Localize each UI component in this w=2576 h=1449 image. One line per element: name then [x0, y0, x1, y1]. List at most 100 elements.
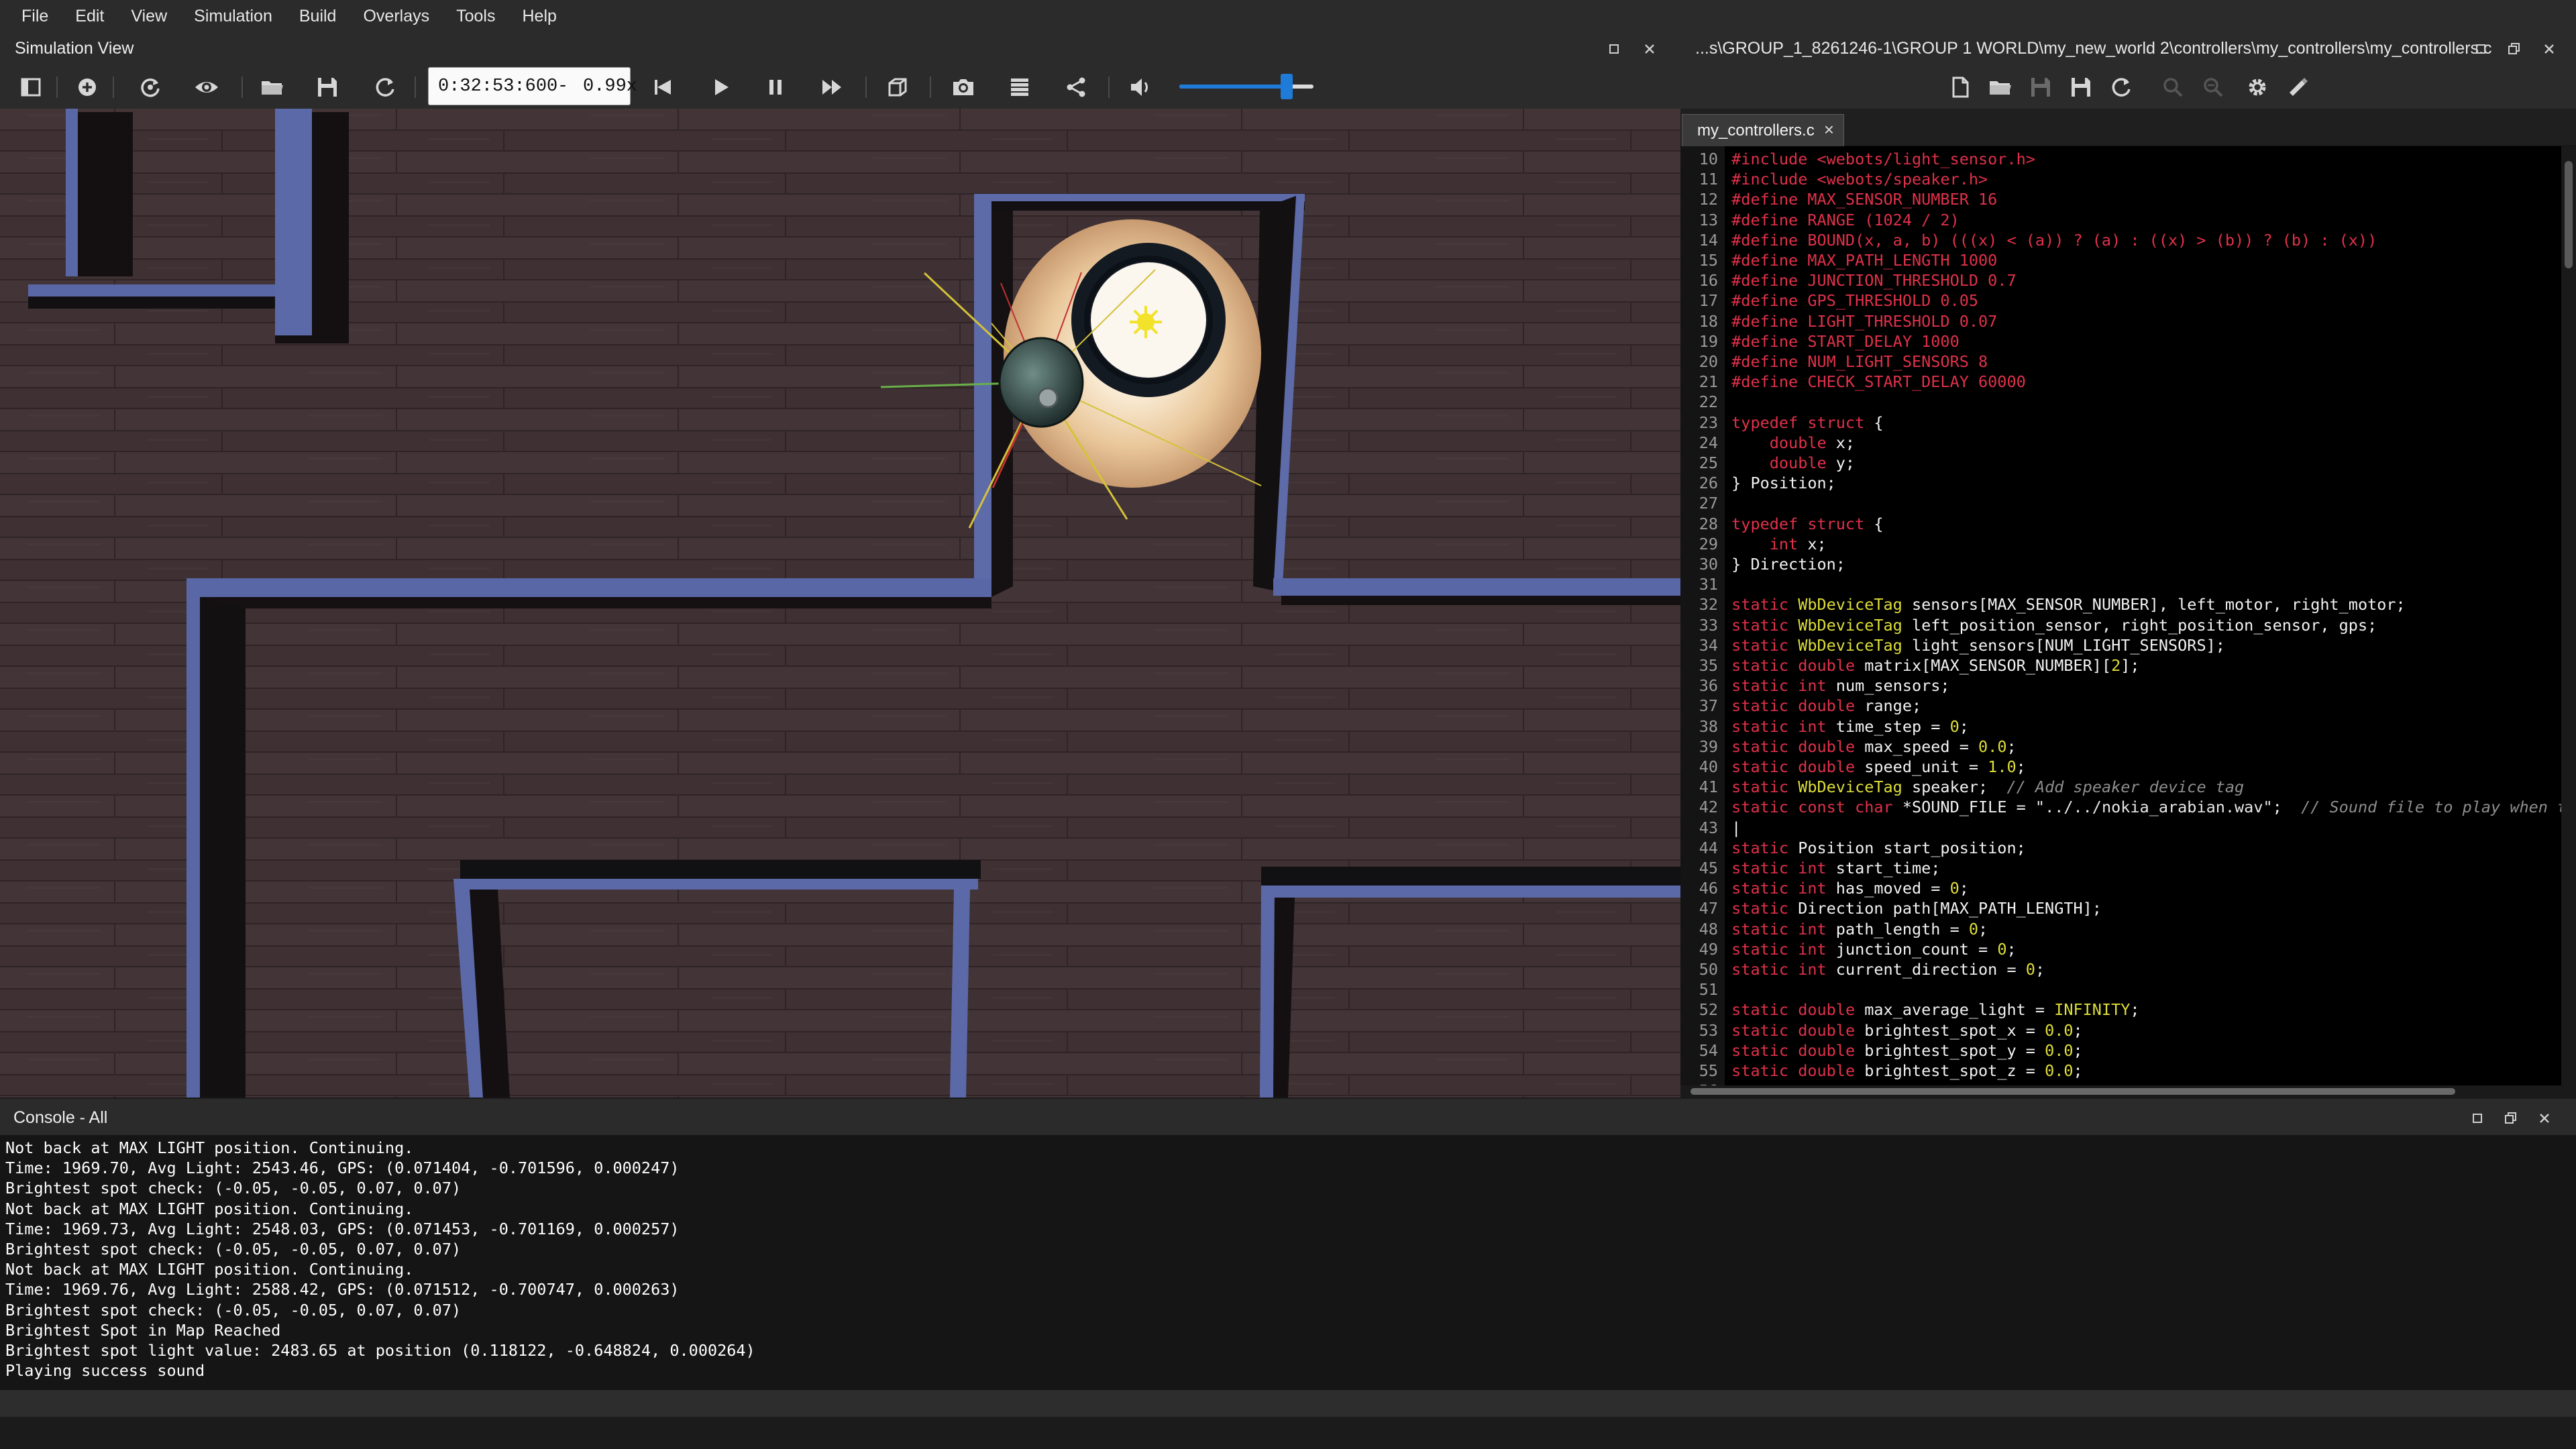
menu-help[interactable]: Help: [508, 0, 570, 32]
code-token: #define NUM_LIGHT_SENSORS 8: [1731, 352, 1988, 371]
line-number: 22: [1699, 392, 1718, 412]
volume-slider[interactable]: [1179, 74, 1313, 101]
save-file-icon[interactable]: [2026, 72, 2055, 102]
3d-viewport[interactable]: [0, 109, 1680, 1097]
restore-icon[interactable]: [2502, 1110, 2520, 1127]
tab-my-controllers[interactable]: my_controllers.c ×: [1682, 114, 1844, 146]
code-token: ;: [2272, 798, 2302, 817]
menu-edit[interactable]: Edit: [62, 0, 117, 32]
code-token: double: [1798, 656, 1856, 675]
reload-icon[interactable]: [136, 72, 165, 102]
code-token: INFINITY: [2054, 1000, 2131, 1020]
menu-overlays[interactable]: Overlays: [350, 0, 443, 32]
code-line: 20 #define NUM_LIGHT_SENSORS 8: [1680, 352, 1988, 372]
code-token: *SOUND_FILE =: [1892, 798, 2035, 817]
volume-icon[interactable]: [1126, 72, 1155, 102]
open-file-icon[interactable]: [1986, 72, 2015, 102]
line-number: 31: [1699, 575, 1718, 594]
code-token: Direction path[MAX_PATH_LENGTH];: [1788, 899, 2102, 918]
step-back-icon[interactable]: [648, 72, 678, 102]
pause-icon[interactable]: [761, 72, 790, 102]
console-line: Not back at MAX LIGHT position. Continui…: [5, 1199, 414, 1218]
record-movie-icon[interactable]: [1005, 72, 1034, 102]
code-token: Position start_position;: [1788, 838, 2026, 857]
simulation-speed: 0.99x: [583, 76, 638, 97]
close-icon[interactable]: [2540, 40, 2558, 58]
code-token: 0: [1949, 716, 1960, 736]
menu-build[interactable]: Build: [286, 0, 350, 32]
play-icon[interactable]: [706, 72, 735, 102]
save-as-icon[interactable]: [2066, 72, 2096, 102]
code-token: static: [1731, 757, 1789, 776]
eye-icon[interactable]: [192, 72, 221, 102]
code-token: static: [1731, 960, 1789, 979]
editor-vertical-scrollbar[interactable]: [2561, 146, 2576, 1085]
menu-view[interactable]: View: [117, 0, 180, 32]
code-token: 0: [1997, 939, 2007, 959]
close-icon[interactable]: [2536, 1110, 2553, 1127]
code-line: 10 #include <webots/light_sensor.h>: [1680, 149, 2035, 169]
rendering-mode-icon[interactable]: [883, 72, 912, 102]
settings-icon[interactable]: [2243, 72, 2272, 102]
console-output[interactable]: Not back at MAX LIGHT position. Continui…: [0, 1135, 2576, 1390]
menu-file[interactable]: File: [8, 0, 62, 32]
editor-tab-bar: my_controllers.c ×: [1680, 109, 2576, 146]
line-number: 27: [1699, 494, 1718, 513]
line-number: 42: [1699, 798, 1718, 817]
menu-tools[interactable]: Tools: [443, 0, 508, 32]
code-token: static: [1731, 1040, 1789, 1060]
restore-icon[interactable]: [2506, 40, 2523, 58]
code-token: ;: [1959, 716, 1969, 736]
screenshot-icon[interactable]: [949, 72, 978, 102]
code-token: double: [1798, 1020, 1856, 1040]
close-tab-icon[interactable]: ×: [1824, 119, 1834, 140]
menu-simulation[interactable]: Simulation: [180, 0, 286, 32]
code-line: 29 int x;: [1680, 534, 1827, 554]
code-token: // Sound file to play when ta: [2301, 798, 2561, 817]
volume-thumb[interactable]: [1281, 74, 1293, 99]
close-icon[interactable]: [1641, 40, 1658, 58]
replace-icon[interactable]: [2198, 72, 2228, 102]
revert-icon[interactable]: [2106, 72, 2136, 102]
line-number: 23: [1699, 413, 1718, 432]
build-icon[interactable]: [2283, 72, 2312, 102]
editor-vertical-scroll-thumb[interactable]: [2565, 161, 2573, 268]
line-number: 41: [1699, 777, 1718, 797]
open-world-icon[interactable]: [258, 72, 287, 102]
maximize-icon[interactable]: [1605, 40, 1623, 58]
fast-forward-icon[interactable]: [817, 72, 847, 102]
console-line: Playing success sound: [5, 1361, 205, 1381]
code-token: int: [1798, 879, 1827, 898]
code-token: #define JUNCTION_THRESHOLD 0.7: [1731, 271, 2017, 290]
line-number: 49: [1699, 939, 1718, 959]
reset-icon[interactable]: [370, 72, 400, 102]
code-token: #define BOUND(x, a, b) (((x) < (a)) ? (a…: [1731, 230, 2377, 250]
code-token: } Direction;: [1731, 555, 1845, 574]
save-world-icon[interactable]: [313, 72, 342, 102]
code-token: range;: [1855, 696, 1922, 716]
code-line: 50 static int current_direction = 0;: [1680, 959, 2045, 979]
toggle-scene-tree-icon[interactable]: [16, 72, 46, 102]
code-line: 33 static WbDeviceTag left_position_sens…: [1680, 615, 2377, 635]
minimize-icon[interactable]: [2469, 1110, 2486, 1127]
code-editor[interactable]: 10 #include <webots/light_sensor.h> 11 #i…: [1680, 146, 2561, 1085]
share-icon[interactable]: [1061, 72, 1091, 102]
line-number: 50: [1699, 960, 1718, 979]
code-token: double: [1798, 757, 1856, 776]
code-line: 27: [1680, 493, 1731, 513]
minimize-icon[interactable]: [2472, 40, 2489, 58]
code-token: speaker;: [1902, 777, 2007, 797]
code-token: static: [1731, 656, 1789, 675]
code-token: static: [1731, 777, 1789, 797]
find-icon[interactable]: [2158, 72, 2188, 102]
line-number: 13: [1699, 210, 1718, 229]
editor-horizontal-scroll-thumb[interactable]: [1690, 1088, 2455, 1095]
new-file-icon[interactable]: [1945, 72, 1975, 102]
add-node-icon[interactable]: [72, 72, 102, 102]
code-token: static: [1731, 615, 1789, 635]
